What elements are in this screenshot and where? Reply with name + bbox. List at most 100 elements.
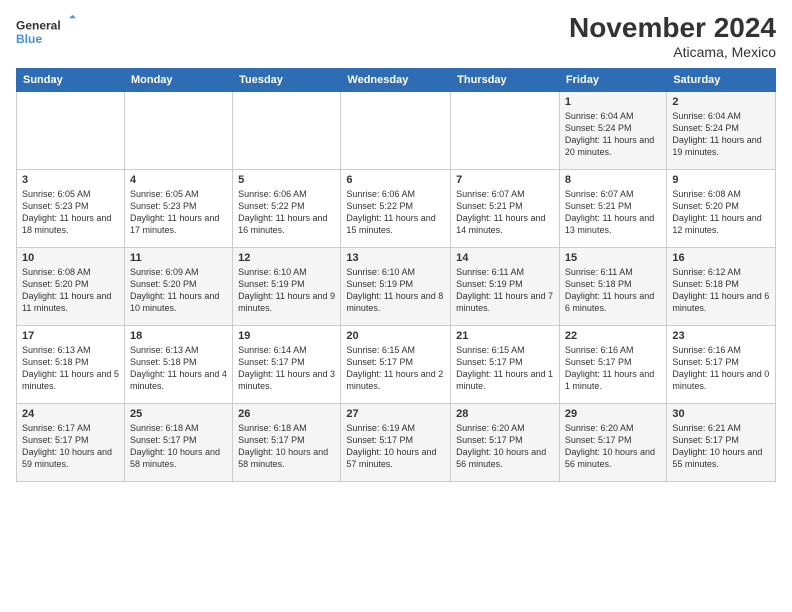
- calendar-cell: 19 Sunrise: 6:14 AM Sunset: 5:17 PM Dayli…: [233, 326, 341, 404]
- day-number: 28: [456, 408, 554, 420]
- day-detail: Sunrise: 6:05 AM Sunset: 5:23 PM Dayligh…: [130, 188, 227, 237]
- calendar-cell: 13 Sunrise: 6:10 AM Sunset: 5:19 PM Dayli…: [341, 248, 451, 326]
- calendar-cell: 27Sunrise: 6:19 AM Sunset: 5:17 PM Dayli…: [341, 404, 451, 482]
- calendar-cell: 25Sunrise: 6:18 AM Sunset: 5:17 PM Dayli…: [124, 404, 232, 482]
- day-number: 17: [22, 330, 119, 342]
- day-number: 18: [130, 330, 227, 342]
- calendar-cell: 26 Sunrise: 6:18 AM Sunset: 5:17 PM Dayli…: [233, 404, 341, 482]
- calendar-table: Sunday Monday Tuesday Wednesday Thursday…: [16, 68, 776, 482]
- calendar-cell: 4 Sunrise: 6:05 AM Sunset: 5:23 PM Daylig…: [124, 170, 232, 248]
- calendar-week-2: 3Sunrise: 6:05 AM Sunset: 5:23 PM Daylig…: [17, 170, 776, 248]
- day-number: 4: [130, 174, 227, 186]
- calendar-cell: 1Sunrise: 6:04 AM Sunset: 5:24 PM Daylig…: [559, 92, 666, 170]
- calendar-week-5: 24 Sunrise: 6:17 AM Sunset: 5:17 PM Dayli…: [17, 404, 776, 482]
- svg-text:General: General: [16, 18, 61, 32]
- calendar-cell: [124, 92, 232, 170]
- day-detail: Sunrise: 6:12 AM Sunset: 5:18 PM Dayligh…: [672, 266, 770, 315]
- day-detail: Sunrise: 6:10 AM Sunset: 5:19 PM Dayligh…: [346, 266, 445, 315]
- calendar-cell: 5 Sunrise: 6:06 AM Sunset: 5:22 PM Daylig…: [233, 170, 341, 248]
- calendar-cell: 3Sunrise: 6:05 AM Sunset: 5:23 PM Daylig…: [17, 170, 125, 248]
- calendar-cell: 21 Sunrise: 6:15 AM Sunset: 5:17 PM Dayli…: [451, 326, 560, 404]
- month-title: November 2024: [569, 12, 776, 44]
- day-detail: Sunrise: 6:13 AM Sunset: 5:18 PM Dayligh…: [22, 344, 119, 393]
- calendar-cell: 20 Sunrise: 6:15 AM Sunset: 5:17 PM Dayli…: [341, 326, 451, 404]
- col-friday: Friday: [559, 69, 666, 92]
- location-subtitle: Aticama, Mexico: [569, 44, 776, 60]
- day-number: 6: [346, 174, 445, 186]
- day-number: 24: [22, 408, 119, 420]
- day-number: 11: [130, 252, 227, 264]
- day-detail: Sunrise: 6:15 AM Sunset: 5:17 PM Dayligh…: [456, 344, 554, 393]
- calendar-cell: 24 Sunrise: 6:17 AM Sunset: 5:17 PM Dayli…: [17, 404, 125, 482]
- day-detail: Sunrise: 6:07 AM Sunset: 5:21 PM Dayligh…: [456, 188, 554, 237]
- calendar-week-3: 10Sunrise: 6:08 AM Sunset: 5:20 PM Dayli…: [17, 248, 776, 326]
- day-number: 7: [456, 174, 554, 186]
- calendar-cell: 12Sunrise: 6:10 AM Sunset: 5:19 PM Dayli…: [233, 248, 341, 326]
- page: General Blue November 2024 Aticama, Mexi…: [0, 0, 792, 612]
- day-detail: Sunrise: 6:20 AM Sunset: 5:17 PM Dayligh…: [565, 422, 661, 471]
- header: General Blue November 2024 Aticama, Mexi…: [16, 12, 776, 60]
- calendar-cell: 28 Sunrise: 6:20 AM Sunset: 5:17 PM Dayli…: [451, 404, 560, 482]
- day-detail: Sunrise: 6:17 AM Sunset: 5:17 PM Dayligh…: [22, 422, 119, 471]
- day-number: 15: [565, 252, 661, 264]
- calendar-cell: [341, 92, 451, 170]
- col-saturday: Saturday: [667, 69, 776, 92]
- day-number: 19: [238, 330, 335, 342]
- calendar-cell: 18 Sunrise: 6:13 AM Sunset: 5:18 PM Dayli…: [124, 326, 232, 404]
- day-detail: Sunrise: 6:21 AM Sunset: 5:17 PM Dayligh…: [672, 422, 770, 471]
- day-number: 29: [565, 408, 661, 420]
- day-number: 20: [346, 330, 445, 342]
- calendar-cell: 6 Sunrise: 6:06 AM Sunset: 5:22 PM Daylig…: [341, 170, 451, 248]
- logo: General Blue: [16, 12, 76, 52]
- calendar-header-row: Sunday Monday Tuesday Wednesday Thursday…: [17, 69, 776, 92]
- col-thursday: Thursday: [451, 69, 560, 92]
- day-detail: Sunrise: 6:08 AM Sunset: 5:20 PM Dayligh…: [22, 266, 119, 315]
- day-detail: Sunrise: 6:09 AM Sunset: 5:20 PM Dayligh…: [130, 266, 227, 315]
- day-detail: Sunrise: 6:20 AM Sunset: 5:17 PM Dayligh…: [456, 422, 554, 471]
- calendar-cell: 17 Sunrise: 6:13 AM Sunset: 5:18 PM Dayli…: [17, 326, 125, 404]
- day-detail: Sunrise: 6:10 AM Sunset: 5:19 PM Dayligh…: [238, 266, 335, 315]
- calendar-cell: 14Sunrise: 6:11 AM Sunset: 5:19 PM Dayli…: [451, 248, 560, 326]
- day-detail: Sunrise: 6:13 AM Sunset: 5:18 PM Dayligh…: [130, 344, 227, 393]
- col-sunday: Sunday: [17, 69, 125, 92]
- calendar-cell: [451, 92, 560, 170]
- day-number: 21: [456, 330, 554, 342]
- calendar-cell: 11 Sunrise: 6:09 AM Sunset: 5:20 PM Dayli…: [124, 248, 232, 326]
- calendar-cell: [233, 92, 341, 170]
- day-detail: Sunrise: 6:06 AM Sunset: 5:22 PM Dayligh…: [346, 188, 445, 237]
- day-detail: Sunrise: 6:11 AM Sunset: 5:19 PM Dayligh…: [456, 266, 554, 315]
- day-number: 27: [346, 408, 445, 420]
- calendar-cell: 23 Sunrise: 6:16 AM Sunset: 5:17 PM Dayli…: [667, 326, 776, 404]
- day-number: 5: [238, 174, 335, 186]
- day-detail: Sunrise: 6:18 AM Sunset: 5:17 PM Dayligh…: [238, 422, 335, 471]
- day-detail: Sunrise: 6:04 AM Sunset: 5:24 PM Dayligh…: [672, 110, 770, 159]
- day-detail: Sunrise: 6:15 AM Sunset: 5:17 PM Dayligh…: [346, 344, 445, 393]
- calendar-week-1: 1Sunrise: 6:04 AM Sunset: 5:24 PM Daylig…: [17, 92, 776, 170]
- logo-svg: General Blue: [16, 12, 76, 52]
- day-detail: Sunrise: 6:06 AM Sunset: 5:22 PM Dayligh…: [238, 188, 335, 237]
- day-detail: Sunrise: 6:16 AM Sunset: 5:17 PM Dayligh…: [672, 344, 770, 393]
- calendar-cell: 22Sunrise: 6:16 AM Sunset: 5:17 PM Dayli…: [559, 326, 666, 404]
- calendar-cell: 7 Sunrise: 6:07 AM Sunset: 5:21 PM Daylig…: [451, 170, 560, 248]
- day-number: 13: [346, 252, 445, 264]
- calendar-cell: 15 Sunrise: 6:11 AM Sunset: 5:18 PM Dayli…: [559, 248, 666, 326]
- calendar-cell: 10Sunrise: 6:08 AM Sunset: 5:20 PM Dayli…: [17, 248, 125, 326]
- day-detail: Sunrise: 6:11 AM Sunset: 5:18 PM Dayligh…: [565, 266, 661, 315]
- day-number: 2: [672, 96, 770, 108]
- calendar-cell: 29 Sunrise: 6:20 AM Sunset: 5:17 PM Dayli…: [559, 404, 666, 482]
- svg-text:Blue: Blue: [16, 32, 42, 46]
- day-detail: Sunrise: 6:05 AM Sunset: 5:23 PM Dayligh…: [22, 188, 119, 237]
- calendar-week-4: 17 Sunrise: 6:13 AM Sunset: 5:18 PM Dayli…: [17, 326, 776, 404]
- calendar-cell: 8Sunrise: 6:07 AM Sunset: 5:21 PM Daylig…: [559, 170, 666, 248]
- col-monday: Monday: [124, 69, 232, 92]
- day-number: 9: [672, 174, 770, 186]
- calendar-cell: 30Sunrise: 6:21 AM Sunset: 5:17 PM Dayli…: [667, 404, 776, 482]
- calendar-cell: 2 Sunrise: 6:04 AM Sunset: 5:24 PM Daylig…: [667, 92, 776, 170]
- day-detail: Sunrise: 6:14 AM Sunset: 5:17 PM Dayligh…: [238, 344, 335, 393]
- calendar-cell: 9Sunrise: 6:08 AM Sunset: 5:20 PM Daylig…: [667, 170, 776, 248]
- day-number: 23: [672, 330, 770, 342]
- day-number: 26: [238, 408, 335, 420]
- col-tuesday: Tuesday: [233, 69, 341, 92]
- title-block: November 2024 Aticama, Mexico: [569, 12, 776, 60]
- day-number: 25: [130, 408, 227, 420]
